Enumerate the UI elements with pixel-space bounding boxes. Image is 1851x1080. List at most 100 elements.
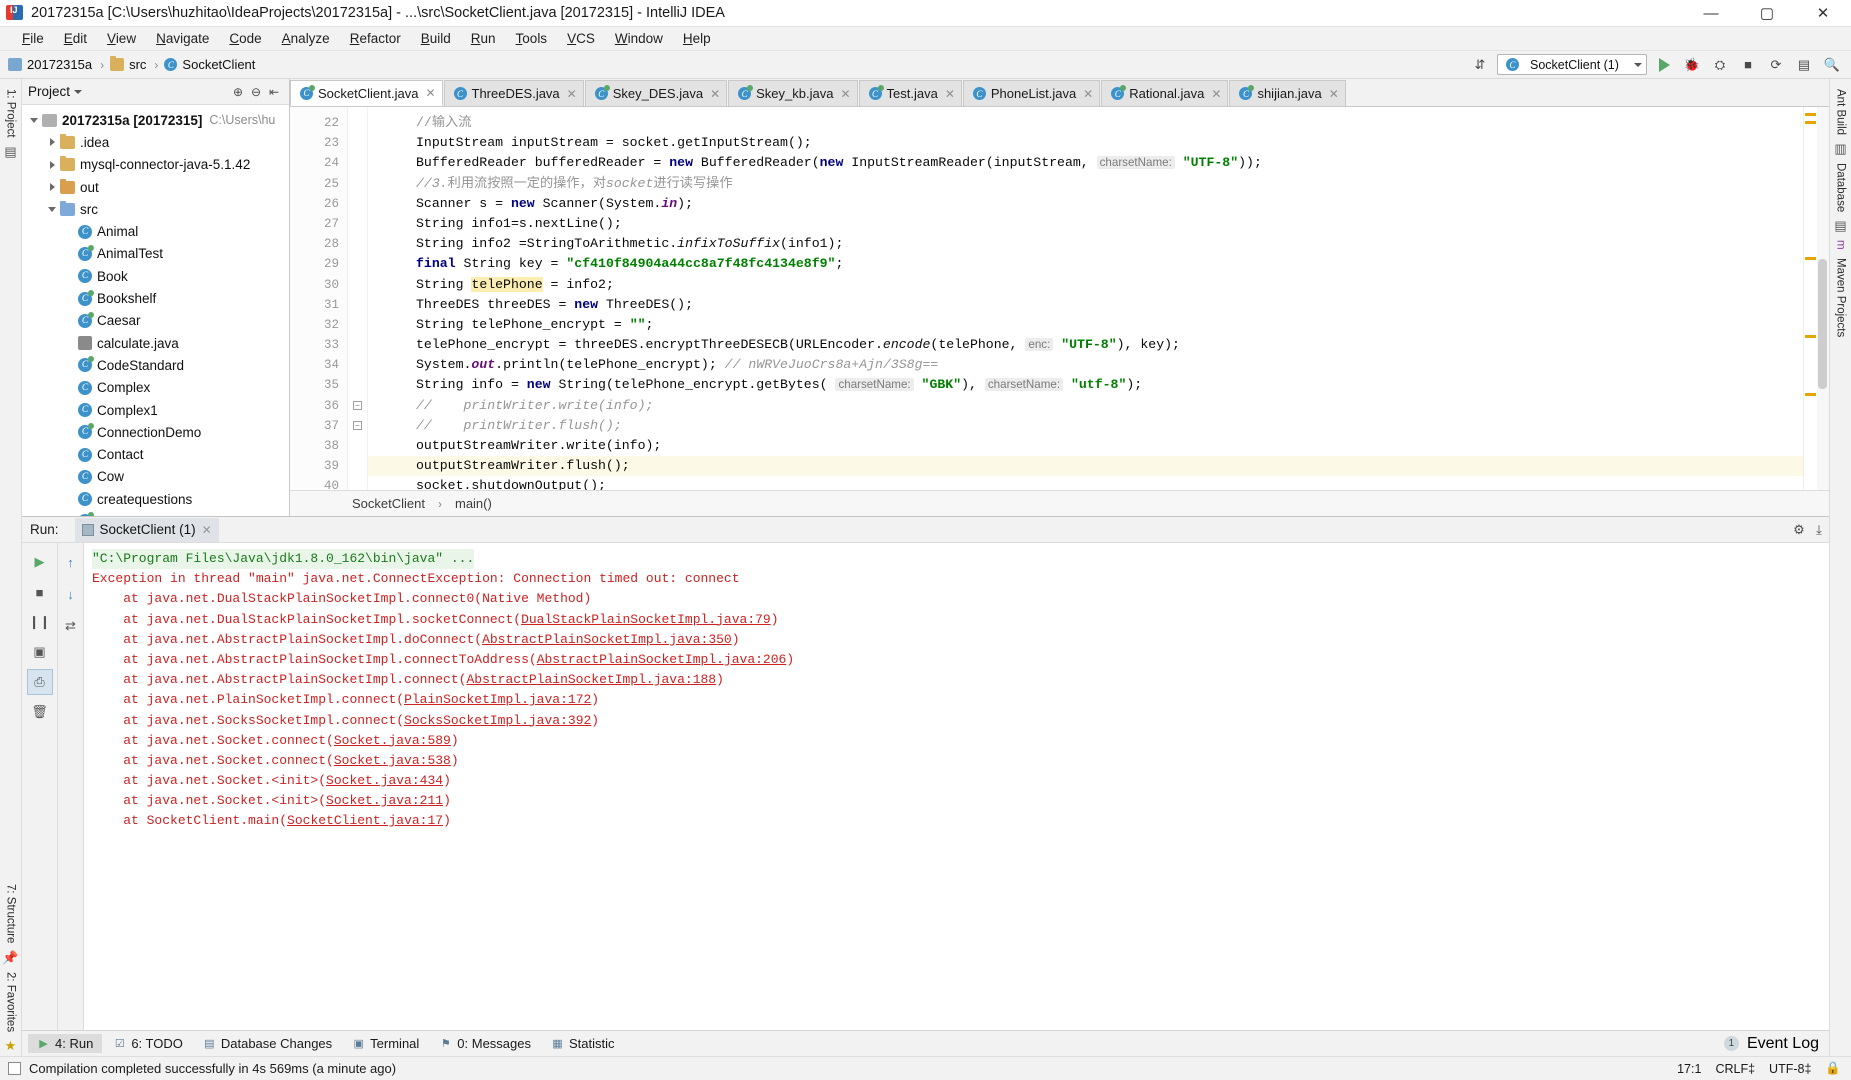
close-icon[interactable]: ✕ (710, 87, 720, 101)
code-line[interactable]: telePhone_encrypt = threeDES.encryptThre… (368, 335, 1803, 355)
rerun-icon[interactable]: ▶ (27, 549, 53, 575)
tree-node[interactable]: C Caesar (22, 310, 289, 332)
run-tab-socketclient[interactable]: SocketClient (1) ✕ (74, 517, 219, 542)
tree-node[interactable]: Ccreatequestions (22, 488, 289, 510)
tree-node[interactable]: out (22, 176, 289, 198)
stop-button[interactable]: ■ (1737, 54, 1759, 76)
close-icon[interactable]: ✕ (1083, 87, 1093, 101)
lock-icon[interactable]: 🔒 (1825, 1061, 1841, 1076)
tree-node[interactable]: .idea (22, 131, 289, 153)
stop-icon[interactable]: ■ (27, 579, 53, 605)
editor-tab[interactable]: Cshijian.java ✕ (1229, 80, 1346, 106)
stack-trace-link[interactable]: AbstractPlainSocketImpl.java:206 (537, 652, 787, 667)
collapse-all-icon[interactable]: ⊖ (247, 83, 265, 101)
tree-node[interactable]: C CodeStandard (22, 354, 289, 376)
scroll-up-icon[interactable]: ↑ (58, 549, 84, 575)
sidebar-item-ant-build[interactable]: Ant Build (1835, 85, 1847, 139)
editor-tab[interactable]: C SocketClient.java ✕ (290, 80, 443, 106)
editor-tab[interactable]: C Test.java ✕ (858, 80, 962, 106)
bottom-tab-database-changes[interactable]: ▤ Database Changes (194, 1034, 341, 1053)
line-separator[interactable]: CRLF‡ (1715, 1062, 1755, 1076)
chevron-down-icon[interactable] (26, 117, 42, 123)
tree-node[interactable]: C Complex1 (22, 399, 289, 421)
scroll-down-icon[interactable]: ↓ (58, 581, 84, 607)
menu-item-window[interactable]: Window (605, 29, 673, 48)
bottom-tab-statistic[interactable]: ▦ Statistic (542, 1034, 624, 1053)
file-encoding[interactable]: UTF-8‡ (1769, 1062, 1811, 1076)
chevron-right-icon[interactable] (44, 160, 60, 169)
menu-item-vcs[interactable]: VCS (557, 29, 605, 48)
stack-trace-link[interactable]: PlainSocketImpl.java:172 (404, 692, 591, 707)
code-line[interactable]: //输入流 (368, 113, 1803, 133)
ant-icon[interactable]: ▥ (1831, 139, 1851, 159)
code-line[interactable]: // printWriter.flush(); (368, 416, 1803, 436)
menu-item-view[interactable]: View (97, 29, 146, 48)
debug-button[interactable]: 🐞 (1681, 54, 1703, 76)
code-line[interactable]: ThreeDES threeDES = new ThreeDES(); (368, 295, 1803, 315)
tree-node[interactable]: C Bookshelf (22, 287, 289, 309)
trash-icon[interactable]: 🗑 (27, 699, 53, 725)
code-content[interactable]: //输入流 InputStream inputStream = socket.ge… (368, 107, 1803, 490)
update-button[interactable]: ⟳ (1765, 54, 1787, 76)
sidebar-item-maven-projects[interactable]: Maven Projects (1835, 254, 1847, 341)
menu-item-run[interactable]: Run (461, 29, 506, 48)
caret-position[interactable]: 17:1 (1677, 1062, 1701, 1076)
breadcrumb-project[interactable]: 20172315a (8, 57, 92, 72)
coverage-button[interactable]: ⛭ (1709, 54, 1731, 76)
hide-run-window-icon[interactable]: ⤓ (1809, 520, 1829, 540)
close-icon[interactable]: ✕ (945, 87, 955, 101)
editor-scrollbar[interactable] (1817, 107, 1829, 490)
code-line[interactable]: String info1=s.nextLine(); (368, 214, 1803, 234)
menu-item-build[interactable]: Build (411, 29, 461, 48)
tree-node[interactable]: C ConnectionDemo (22, 421, 289, 443)
tree-node[interactable]: src (22, 198, 289, 220)
code-line[interactable]: String info = new String(telePhone_encry… (368, 375, 1803, 395)
tree-node[interactable]: calculate.java (22, 332, 289, 354)
code-line[interactable]: outputStreamWriter.write(info); (368, 436, 1803, 456)
code-line[interactable]: String telePhone_encrypt = ""; (368, 315, 1803, 335)
editor-breadcrumb[interactable]: SocketClient › main() (290, 490, 1829, 516)
fold-marker-icon[interactable]: − (353, 401, 362, 411)
structure-small-icon[interactable]: ▤ (1, 142, 21, 162)
breadcrumb-class[interactable]: C SocketClient (164, 57, 255, 72)
tree-node[interactable]: C AnimalTest (22, 243, 289, 265)
bottom-tab-6-todo[interactable]: ☑ 6: TODO (104, 1034, 192, 1053)
bottom-tab-0-messages[interactable]: ⚑ 0: Messages (430, 1034, 540, 1053)
tree-node[interactable]: C Complex (22, 377, 289, 399)
tree-node[interactable]: C Contact (22, 443, 289, 465)
console-output[interactable]: "C:\Program Files\Java\jdk1.8.0_162\bin\… (84, 543, 1829, 1030)
code-line[interactable]: // printWriter.write(info); (368, 396, 1803, 416)
menu-item-analyze[interactable]: Analyze (272, 29, 340, 48)
project-tree[interactable]: 20172315a [20172315] C:\Users\hu .idea mysq… (22, 105, 289, 516)
soft-wrap-icon[interactable]: ⇄ (58, 613, 84, 639)
favorites-pin-icon[interactable]: 📌 (1, 948, 21, 968)
stack-trace-link[interactable]: AbstractPlainSocketImpl.java:350 (482, 632, 732, 647)
expand-all-icon[interactable]: ⊕ (229, 83, 247, 101)
close-icon[interactable]: ✕ (425, 86, 435, 100)
menu-item-file[interactable]: File (12, 29, 54, 48)
search-icon[interactable]: 🔍 (1821, 54, 1843, 76)
code-line[interactable]: //3.利用流按照一定的操作，对socket进行读写操作 (368, 174, 1803, 194)
chevron-down-icon[interactable] (44, 206, 60, 212)
menu-item-navigate[interactable]: Navigate (146, 29, 219, 48)
stack-trace-link[interactable]: Socket.java:589 (334, 733, 451, 748)
run-settings-icon[interactable]: ⚙ (1789, 520, 1809, 540)
tree-node[interactable]: C Book (22, 265, 289, 287)
stack-trace-link[interactable]: Socket.java:538 (334, 753, 451, 768)
sidebar-item-project[interactable]: 1: Project (5, 85, 17, 142)
stack-trace-link[interactable]: SocketClient.java:17 (287, 813, 443, 828)
print-icon[interactable]: ⎙ (26, 669, 53, 695)
menu-item-help[interactable]: Help (673, 29, 721, 48)
close-icon[interactable]: ✕ (840, 87, 850, 101)
code-line[interactable]: outputStreamWriter.flush(); (368, 456, 1803, 477)
stack-trace-link[interactable]: Socket.java:434 (326, 773, 443, 788)
maven-icon[interactable]: m (1835, 236, 1847, 254)
menu-item-refactor[interactable]: Refactor (340, 29, 411, 48)
pause-icon[interactable]: ❙❙ (27, 609, 53, 635)
code-line[interactable]: String telePhone = info2; (368, 275, 1803, 295)
event-log-label[interactable]: Event Log (1747, 1035, 1819, 1053)
sort-down-icon[interactable]: ⇵ (1469, 54, 1491, 76)
hide-panel-icon[interactable]: ⇤ (265, 83, 283, 101)
close-icon[interactable]: ✕ (1211, 87, 1221, 101)
editor-tab[interactable]: C Rational.java ✕ (1101, 80, 1229, 106)
